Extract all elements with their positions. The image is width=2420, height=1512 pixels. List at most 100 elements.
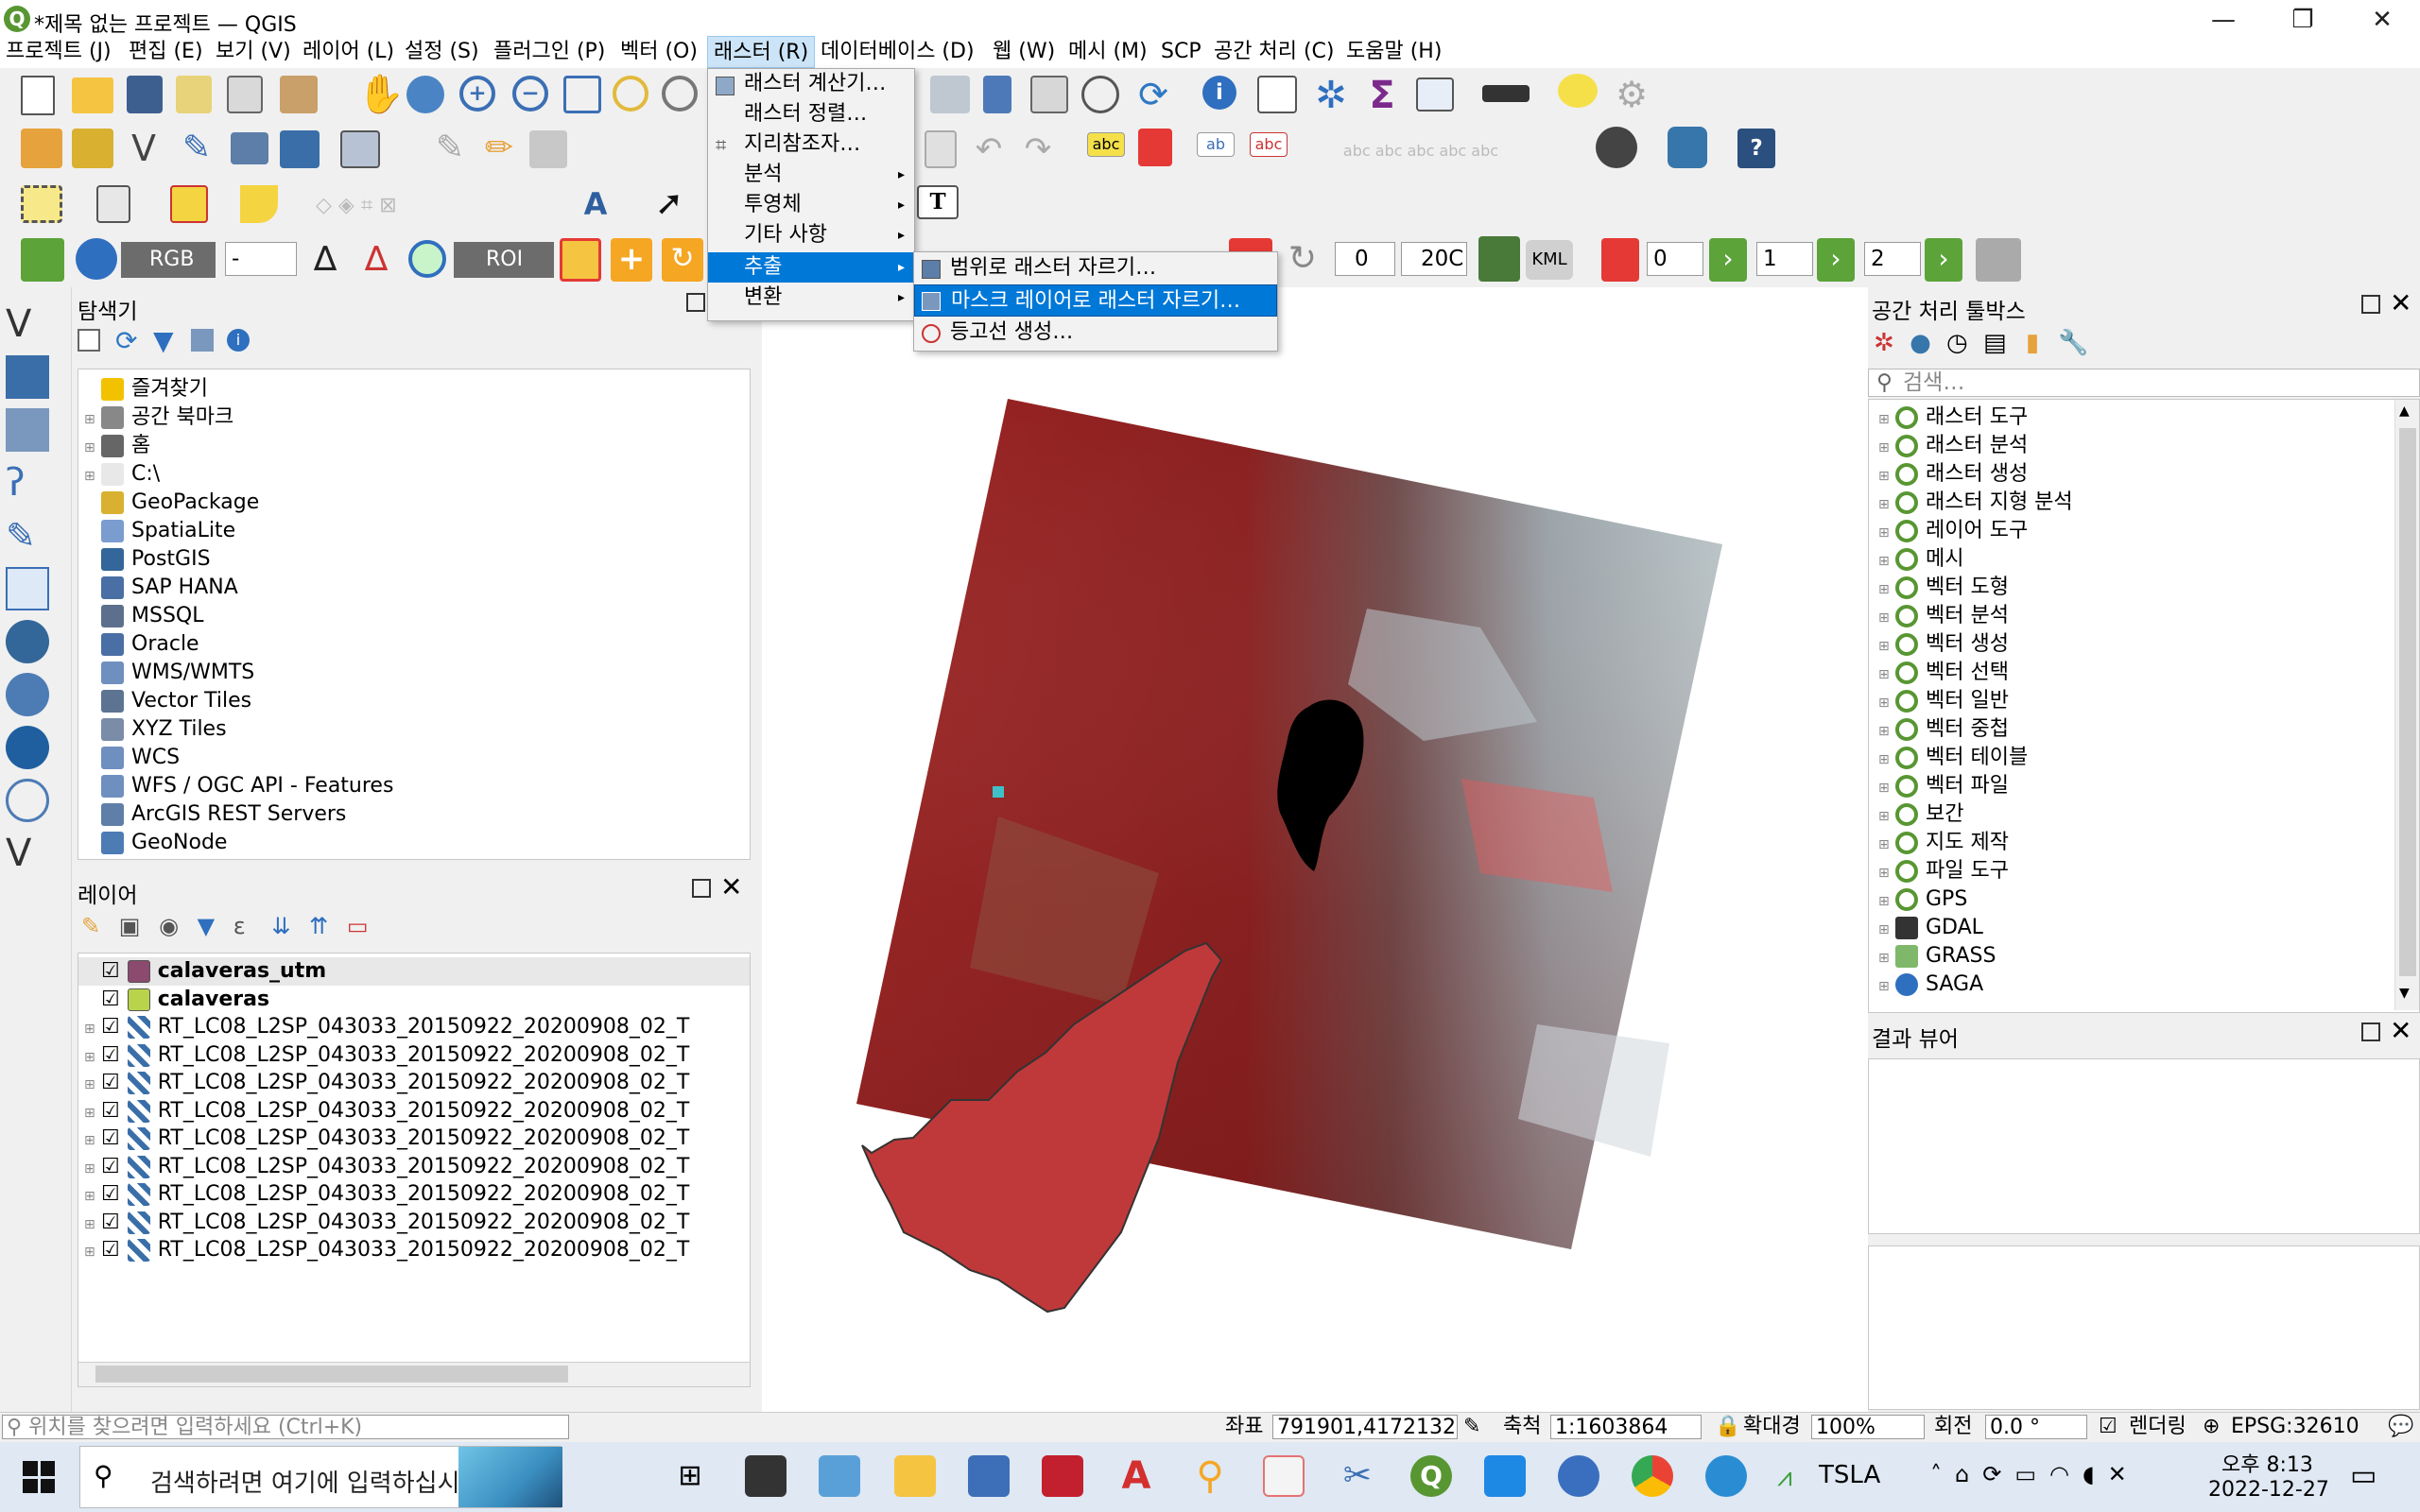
text-annotation-icon[interactable]: T bbox=[917, 185, 959, 219]
processing-provider-item[interactable]: ⊞ 벡터 도형 bbox=[1869, 574, 2419, 602]
expander-icon[interactable]: ⊞ bbox=[84, 1016, 101, 1044]
menu-extraction[interactable]: 추출 ▸ bbox=[708, 252, 914, 283]
processing-provider-item[interactable]: ⊞ 벡터 일반 bbox=[1869, 687, 2419, 715]
annotation-text-icon[interactable]: A bbox=[575, 185, 616, 227]
menu-conversion[interactable]: 변환 ▸ bbox=[708, 283, 914, 313]
add-vector-icon[interactable]: V bbox=[123, 129, 164, 170]
layer-item[interactable]: ⊞ ☑ RT_LC08_L2SP_043033_20150922_20200908_… bbox=[78, 1097, 750, 1125]
zoom-full-icon[interactable] bbox=[563, 76, 601, 113]
layers-scroll-thumb[interactable] bbox=[95, 1366, 568, 1383]
menu-help[interactable]: 도움말 (H) bbox=[1340, 36, 1447, 68]
scripts-icon[interactable]: ● bbox=[1910, 329, 1931, 357]
redo-icon[interactable]: ↷ bbox=[1017, 130, 1059, 172]
processing-provider-item[interactable]: ⊞ 메시 bbox=[1869, 545, 2419, 574]
browser-item[interactable]: GeoPackage bbox=[78, 489, 750, 517]
scp-settings-icon[interactable] bbox=[1976, 238, 2021, 282]
zoom-to-selection-icon[interactable] bbox=[613, 76, 648, 112]
band-go-3-icon[interactable]: › bbox=[1925, 238, 1962, 282]
menu-clip-raster-by-mask[interactable]: 마스크 레이어로 래스터 자르기… bbox=[914, 284, 1277, 317]
expander-icon[interactable]: ⊞ bbox=[1878, 576, 1895, 604]
layer-item[interactable]: ⊞ ☑ RT_LC08_L2SP_043033_20150922_20200908_… bbox=[78, 1041, 750, 1070]
help-icon[interactable]: ? bbox=[1737, 129, 1775, 168]
python-console-icon[interactable] bbox=[1668, 127, 1707, 168]
menu-contour[interactable]: 등고선 생성… bbox=[914, 317, 1277, 349]
processing-provider-item[interactable]: ⊞ 파일 도구 bbox=[1869, 857, 2419, 885]
digitizing-tools-disabled-icon[interactable]: ◇ ◈ ⌗ ⊠ bbox=[316, 187, 543, 229]
scp-bin-icon[interactable] bbox=[1478, 236, 1520, 282]
refresh-icon[interactable]: ⟳ bbox=[1132, 76, 1174, 117]
band-spin-3[interactable]: 2 bbox=[1864, 242, 1921, 276]
layer-visibility-checkbox[interactable]: ☑ bbox=[101, 1071, 120, 1094]
processing-provider-item[interactable]: ⊞ 벡터 테이블 bbox=[1869, 744, 2419, 772]
scroll-up-icon[interactable]: ▲ bbox=[2399, 404, 2410, 419]
browser-item[interactable]: MSSQL bbox=[78, 602, 750, 630]
pin-labels-icon[interactable]: ab bbox=[1197, 132, 1235, 157]
menu-raster-calculator[interactable]: 래스터 계산기… bbox=[708, 69, 914, 99]
browser-filter-icon[interactable]: ▼ bbox=[153, 325, 174, 356]
roi-redo-icon[interactable]: ↻ bbox=[662, 238, 703, 282]
new-spatialite-icon[interactable]: ✎ bbox=[176, 129, 217, 170]
desktop-app-icon[interactable] bbox=[819, 1455, 860, 1497]
vscode-icon[interactable] bbox=[1484, 1455, 1526, 1497]
magnifier-field[interactable]: 100% bbox=[1811, 1415, 1925, 1439]
expander-icon[interactable]: ⊞ bbox=[84, 1239, 101, 1267]
crs-globe-icon[interactable]: ⊕ bbox=[2203, 1415, 2220, 1439]
scp-spinbox-1[interactable]: 0 bbox=[1335, 242, 1395, 276]
layer-visibility-checkbox[interactable]: ☑ bbox=[101, 1211, 120, 1234]
scp-dock-icon[interactable] bbox=[21, 238, 64, 282]
layer-item[interactable]: ⊞ ☑ RT_LC08_L2SP_043033_20150922_20200908_… bbox=[78, 1125, 750, 1153]
menu-raster[interactable]: 래스터 (R) bbox=[707, 36, 816, 68]
processing-scroll-thumb[interactable] bbox=[2399, 428, 2416, 976]
terminal-app-icon[interactable] bbox=[745, 1455, 786, 1497]
history-icon[interactable]: ◷ bbox=[1946, 329, 1968, 357]
processing-provider-item[interactable]: ⊞ 벡터 분석 bbox=[1869, 602, 2419, 630]
browser-item[interactable]: XYZ Tiles bbox=[78, 715, 750, 744]
expander-icon[interactable]: ⊞ bbox=[84, 1156, 101, 1184]
layer-visibility-checkbox[interactable]: ☑ bbox=[101, 1126, 120, 1150]
layers-h-scrollbar[interactable] bbox=[78, 1362, 750, 1386]
expander-icon[interactable]: ⊞ bbox=[84, 434, 101, 462]
scp-zoom-roi-icon[interactable] bbox=[408, 240, 446, 278]
map-canvas[interactable] bbox=[762, 287, 1868, 1412]
new-virtual-layer-icon[interactable] bbox=[231, 132, 268, 164]
browser-item[interactable]: WFS / OGC API - Features bbox=[78, 772, 750, 800]
edge-icon[interactable] bbox=[1705, 1455, 1747, 1497]
menu-analysis[interactable]: 분석 ▸ bbox=[708, 160, 914, 190]
paste-icon[interactable] bbox=[925, 130, 957, 168]
add-raster-layer-icon[interactable] bbox=[6, 355, 49, 399]
settings-gear-icon[interactable]: ⚙ bbox=[1611, 76, 1652, 117]
expander-icon[interactable]: ⊞ bbox=[84, 462, 101, 490]
locator-input[interactable]: ⚲ 위치를 찾으려면 입력하세요 (Ctrl+K) bbox=[2, 1415, 569, 1439]
search-app-icon[interactable]: ⚲ bbox=[1189, 1455, 1231, 1497]
add-postgis-icon[interactable] bbox=[6, 620, 49, 663]
zoom-to-layer-icon[interactable] bbox=[662, 76, 698, 112]
identify-icon[interactable]: i bbox=[1202, 76, 1236, 110]
globe-app-icon[interactable] bbox=[1558, 1455, 1599, 1497]
processing-provider-item[interactable]: ⊞ 레이어 도구 bbox=[1869, 517, 2419, 545]
add-mesh-layer-icon[interactable] bbox=[6, 408, 49, 452]
browser-collapse-icon[interactable] bbox=[191, 329, 214, 352]
browser-item[interactable]: Oracle bbox=[78, 630, 750, 659]
menu-edit[interactable]: 편집 (E) bbox=[123, 36, 209, 68]
layer-item[interactable]: ☑ calaveras_utm bbox=[78, 957, 750, 986]
layer-visibility-checkbox[interactable]: ☑ bbox=[101, 988, 120, 1011]
band-grid-icon[interactable] bbox=[1601, 238, 1639, 282]
expander-icon[interactable]: ⊞ bbox=[84, 1211, 101, 1240]
label-tools-disabled-icon[interactable]: abc abc abc abc abc bbox=[1312, 132, 1530, 174]
deselect-icon[interactable] bbox=[170, 185, 208, 223]
temporal-controller-icon[interactable] bbox=[1081, 76, 1119, 113]
browser-item[interactable]: WCS bbox=[78, 744, 750, 772]
processing-provider-item[interactable]: ⊞ 래스터 분석 bbox=[1869, 432, 2419, 460]
processing-search-input[interactable]: 검색… bbox=[1903, 369, 1964, 396]
current-edits-icon[interactable]: ✏ bbox=[478, 129, 520, 170]
processing-provider-item[interactable]: ⊞ 래스터 생성 bbox=[1869, 460, 2419, 489]
band-spin-2[interactable]: 1 bbox=[1756, 242, 1813, 276]
band-go-1-icon[interactable]: › bbox=[1709, 238, 1747, 282]
grid-app-icon[interactable] bbox=[1042, 1455, 1083, 1497]
band-go-2-icon[interactable]: › bbox=[1817, 238, 1855, 282]
browser-item[interactable]: ⊞ 공간 북마크 bbox=[78, 404, 750, 432]
preview-redo-icon[interactable]: ↻ bbox=[1282, 240, 1323, 282]
layer-item[interactable]: ⊞ ☑ RT_LC08_L2SP_043033_20150922_20200908_… bbox=[78, 1180, 750, 1209]
chrome-icon[interactable] bbox=[1632, 1455, 1673, 1497]
media-app-icon[interactable] bbox=[1263, 1455, 1305, 1497]
